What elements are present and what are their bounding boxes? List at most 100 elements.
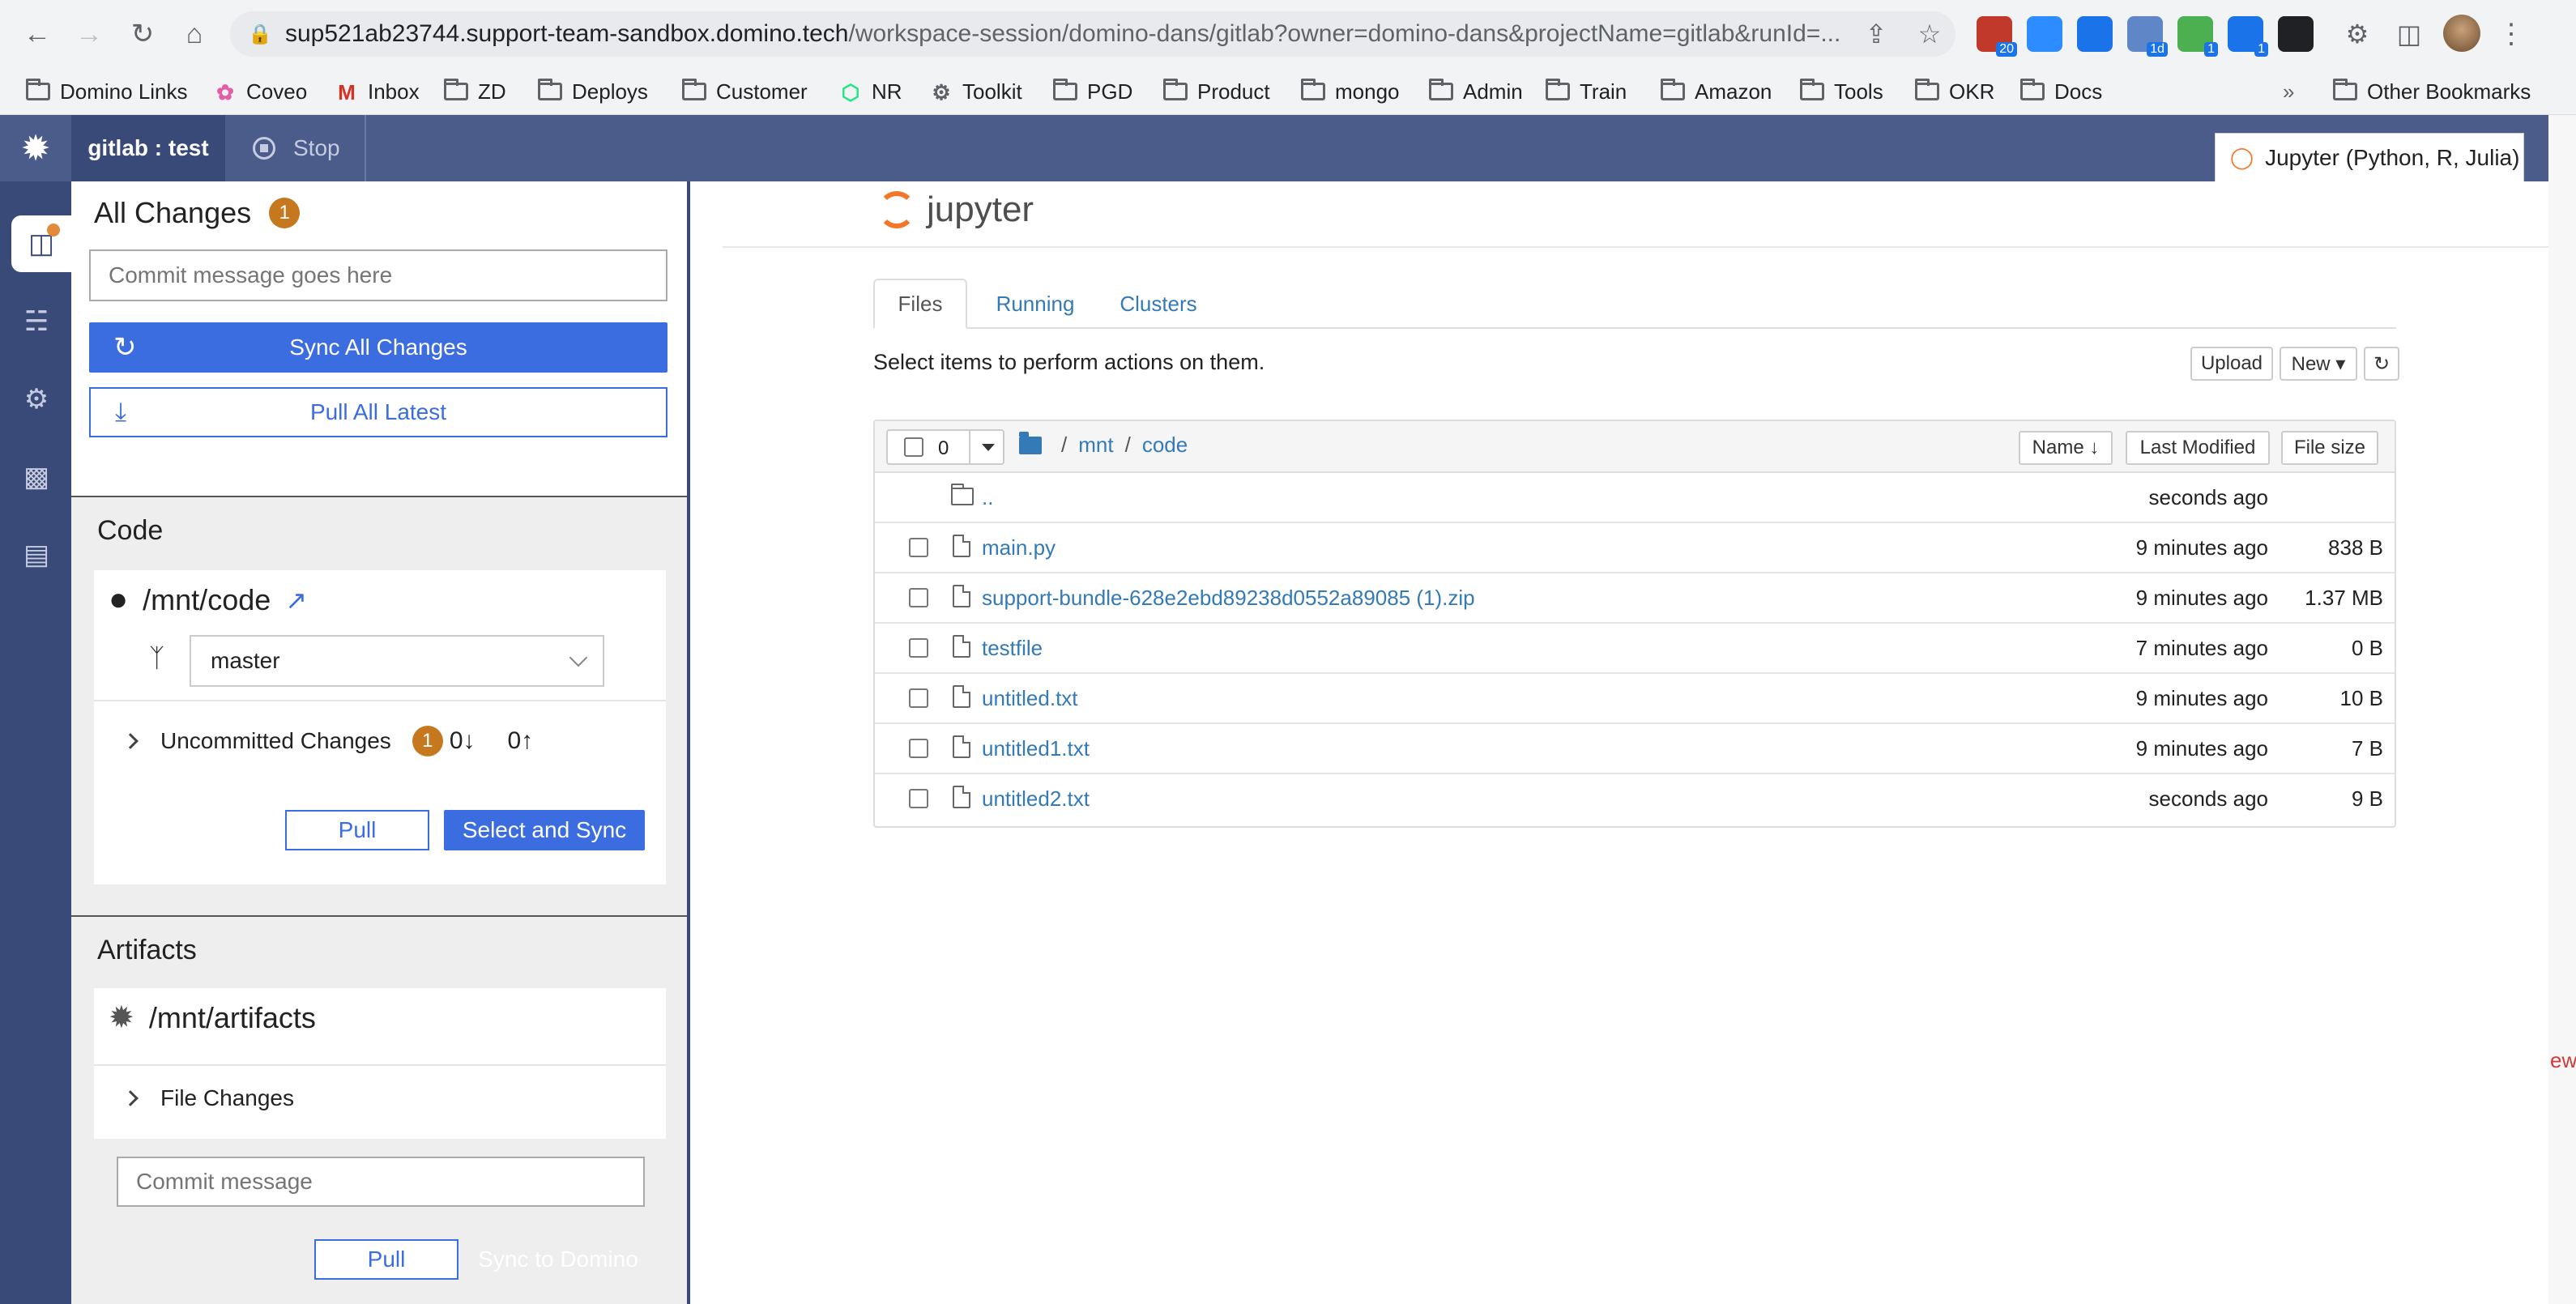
- code-pull-button[interactable]: Pull: [285, 810, 429, 850]
- bookmark-domino-links[interactable]: Domino Links: [26, 68, 188, 115]
- table-row[interactable]: .. seconds ago: [875, 473, 2395, 523]
- tab-clusters[interactable]: Clusters: [1103, 279, 1213, 329]
- green-ext-icon[interactable]: 1: [2177, 16, 2218, 57]
- file-modified: 9 minutes ago: [2135, 586, 2268, 610]
- table-row[interactable]: main.py 9 minutes ago 838 B: [875, 523, 2395, 573]
- sort-size-button[interactable]: File size: [2281, 431, 2378, 465]
- bookmark-zd[interactable]: ZD: [444, 68, 506, 115]
- commit-message-input[interactable]: [89, 249, 667, 301]
- select-sync-button[interactable]: Select and Sync: [444, 810, 645, 850]
- chrome-menu-icon[interactable]: ⋮: [2495, 15, 2527, 53]
- pull-all-button[interactable]: ⤓ Pull All Latest: [89, 387, 667, 437]
- bookmark-product[interactable]: Product: [1163, 68, 1270, 115]
- file-name-link[interactable]: untitled.txt: [982, 686, 1078, 711]
- grid-ext-icon[interactable]: 1d: [2127, 16, 2168, 57]
- sync-ext-icon[interactable]: 1: [2228, 16, 2268, 57]
- bookmark-inbox[interactable]: M Inbox: [335, 68, 419, 115]
- domino-ext-icon[interactable]: [2278, 16, 2314, 52]
- select-all-group[interactable]: 0: [886, 429, 1004, 465]
- breadcrumb-code[interactable]: code: [1142, 433, 1188, 458]
- bookmark-star-icon[interactable]: ☆: [1910, 15, 1949, 53]
- refresh-icon[interactable]: ↻: [2364, 347, 2399, 381]
- file-name-link[interactable]: untitled2.txt: [982, 786, 1090, 812]
- bookmark-okr[interactable]: OKR: [1915, 68, 1994, 115]
- bookmark-tools[interactable]: Tools: [1800, 68, 1883, 115]
- tab-running[interactable]: Running: [979, 279, 1092, 329]
- row-checkbox[interactable]: [909, 789, 928, 808]
- home-icon[interactable]: ⌂: [175, 15, 214, 53]
- chart-icon[interactable]: ▩: [8, 449, 65, 505]
- upload-button[interactable]: Upload: [2190, 347, 2273, 381]
- card-icon[interactable]: ▤: [8, 526, 65, 583]
- stop-button[interactable]: Stop: [228, 115, 366, 181]
- sync-all-button[interactable]: ↻ Sync All Changes: [89, 322, 667, 373]
- file-name-link[interactable]: support-bundle-628e2ebd89238d0552a89085 …: [982, 586, 1475, 611]
- sync-to-domino-button[interactable]: Sync to Domino: [471, 1239, 645, 1280]
- sort-name-button[interactable]: Name ↓: [2019, 431, 2113, 465]
- settings-icon[interactable]: ⚙: [8, 371, 65, 428]
- side-panel-icon[interactable]: ◫: [2390, 15, 2429, 53]
- background-window-edge: ew: [2548, 115, 2576, 1304]
- jupyter-wordmark: jupyter: [927, 190, 1034, 229]
- new-dropdown-button[interactable]: New ▾: [2280, 347, 2357, 381]
- file-name-link[interactable]: untitled1.txt: [982, 736, 1090, 761]
- folder-icon[interactable]: [1019, 431, 1042, 454]
- reload-icon[interactable]: ↻: [123, 15, 162, 53]
- bookmark-amazon[interactable]: Amazon: [1661, 68, 1772, 115]
- table-row[interactable]: support-bundle-628e2ebd89238d0552a89085 …: [875, 573, 2395, 624]
- profile-avatar[interactable]: [2443, 15, 2480, 52]
- external-link-icon[interactable]: ↗: [285, 585, 307, 616]
- file-name-link[interactable]: ..: [982, 485, 993, 510]
- branch-select[interactable]: master: [190, 635, 604, 687]
- row-checkbox[interactable]: [909, 638, 928, 658]
- sort-modified-button[interactable]: Last Modified: [2126, 431, 2270, 465]
- zoom-ext-icon[interactable]: [2027, 16, 2062, 52]
- row-checkbox[interactable]: [909, 588, 928, 607]
- file-changes-toggle[interactable]: File Changes: [122, 1085, 294, 1111]
- bookmark-coveo[interactable]: ✿ Coveo: [214, 68, 307, 115]
- row-checkbox[interactable]: [909, 688, 928, 708]
- bookmark-pgd[interactable]: PGD: [1053, 68, 1132, 115]
- select-all-checkbox[interactable]: [904, 437, 923, 457]
- table-row[interactable]: untitled1.txt 9 minutes ago 7 B: [875, 724, 2395, 774]
- bookmark-nr[interactable]: ⬡ NR: [839, 68, 902, 115]
- url-path: /workspace-session/domino-dans/gitlab?ow…: [848, 20, 1841, 47]
- file-name-link[interactable]: testfile: [982, 636, 1043, 661]
- c-ext-icon[interactable]: [2077, 16, 2113, 52]
- select-dropdown-icon[interactable]: [969, 431, 1004, 463]
- jupyter-logo[interactable]: jupyter: [878, 190, 1034, 230]
- calendar-ext-icon[interactable]: 20: [1977, 16, 2017, 57]
- address-bar[interactable]: 🔒 sup521ab23744.support-team-sandbox.dom…: [230, 11, 1955, 57]
- jupyter-tab[interactable]: ◯ Jupyter (Python, R, Julia): [2215, 133, 2524, 181]
- table-row[interactable]: testfile 7 minutes ago 0 B: [875, 624, 2395, 674]
- row-checkbox[interactable]: [909, 739, 928, 758]
- domino-logo-icon[interactable]: ✹: [0, 115, 71, 181]
- table-row[interactable]: untitled.txt 9 minutes ago 10 B: [875, 674, 2395, 724]
- row-checkbox[interactable]: [909, 538, 928, 557]
- table-row[interactable]: untitled2.txt seconds ago 9 B: [875, 774, 2395, 825]
- forward-icon[interactable]: →: [70, 15, 109, 53]
- bookmark-docs[interactable]: Docs: [2020, 68, 2102, 115]
- bookmark-customer[interactable]: Customer: [682, 68, 808, 115]
- bookmark-train[interactable]: Train: [1546, 68, 1627, 115]
- back-icon[interactable]: ←: [18, 15, 57, 53]
- bookmark-deploys[interactable]: Deploys: [538, 68, 648, 115]
- bookmark-label: Domino Links: [60, 79, 188, 104]
- share-icon[interactable]: ⇪: [1857, 15, 1896, 53]
- bookmark-admin[interactable]: Admin: [1429, 68, 1523, 115]
- git-changes-icon[interactable]: ◫: [11, 215, 71, 272]
- file-name-link[interactable]: main.py: [982, 535, 1056, 560]
- artifacts-pull-button[interactable]: Pull: [314, 1239, 458, 1280]
- uncommitted-toggle[interactable]: Uncommitted Changes 1 0↓ 0↑: [122, 726, 533, 756]
- tab-files[interactable]: Files: [873, 279, 967, 329]
- extensions-puzzle-icon[interactable]: ⚙: [2338, 15, 2377, 53]
- bookmarks-overflow[interactable]: »: [2283, 68, 2294, 115]
- breadcrumb-mnt[interactable]: mnt: [1078, 433, 1113, 458]
- database-icon[interactable]: ☵: [8, 293, 65, 350]
- bookmark-toolkit[interactable]: ⚙ Toolkit: [930, 68, 1021, 115]
- artifacts-commit-input[interactable]: [117, 1157, 645, 1207]
- bookmark-mongo[interactable]: mongo: [1301, 68, 1400, 115]
- other-bookmarks[interactable]: Other Bookmarks: [2333, 68, 2531, 115]
- workspace-tab[interactable]: gitlab : test: [71, 115, 225, 181]
- stop-label: Stop: [293, 135, 340, 160]
